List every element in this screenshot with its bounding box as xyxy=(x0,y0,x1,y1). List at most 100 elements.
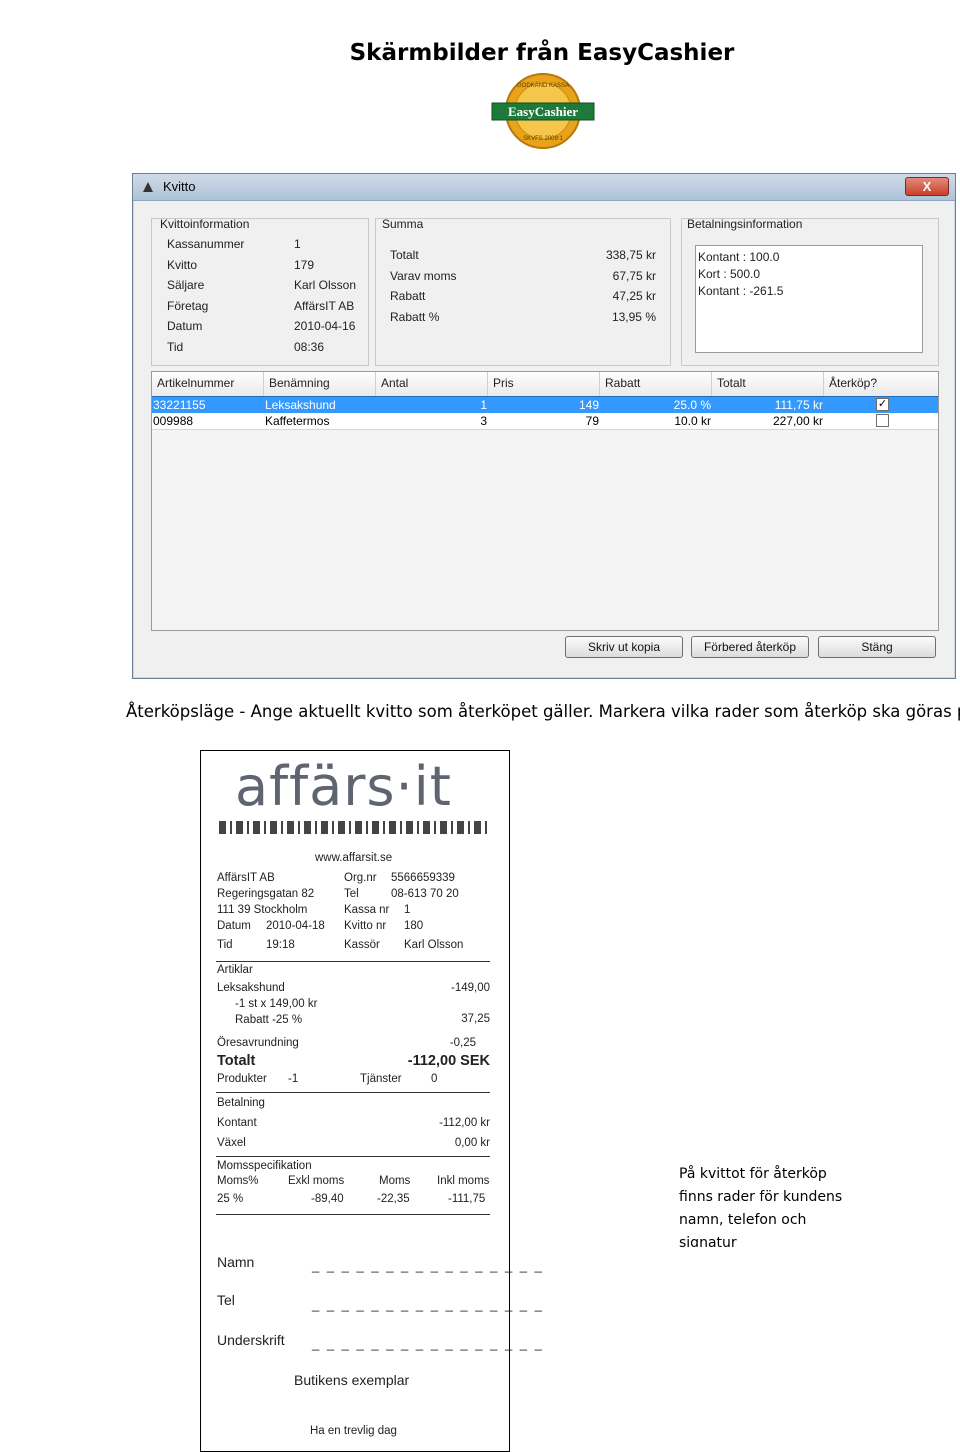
payment-textbox[interactable]: Kontant : 100.0 Kort : 500.0 Kontant : -… xyxy=(695,245,923,353)
col-separator xyxy=(711,372,712,396)
print-copy-button[interactable]: Skriv ut kopia xyxy=(565,636,683,658)
item-amount: -149,00 xyxy=(450,982,490,994)
change-label: Växel xyxy=(217,1137,246,1149)
summary-title: Summa xyxy=(382,217,424,231)
grid-header: Artikelnummer Benämning Antal Pris Rabat… xyxy=(152,372,938,397)
kassa-value: 1 xyxy=(404,904,411,916)
payment-line: Kort : 500.0 xyxy=(698,267,761,281)
col-separator xyxy=(375,372,376,396)
info-label: Säljare xyxy=(167,278,205,292)
divider xyxy=(216,1214,490,1215)
kassa-label: Kassa nr xyxy=(344,904,390,916)
signature-line: _ _ _ _ _ _ _ _ _ _ _ _ _ _ _ _ xyxy=(312,1336,544,1351)
cash-value: -112,00 kr xyxy=(439,1117,490,1129)
svg-text:SKVFS 2009:1: SKVFS 2009:1 xyxy=(523,136,563,142)
col-separator xyxy=(263,372,264,396)
summary-label: Totalt xyxy=(390,248,419,262)
org-label: Org.nr xyxy=(344,872,377,884)
col-header[interactable]: Totalt xyxy=(717,376,746,390)
article-grid[interactable]: Artikelnummer Benämning Antal Pris Rabat… xyxy=(151,371,939,631)
info-value: 179 xyxy=(294,258,315,272)
vat-col: Moms xyxy=(379,1175,411,1187)
rounding-label: Öresavrundning xyxy=(217,1037,299,1049)
services-label: Tjänster xyxy=(360,1073,402,1085)
close-window-button[interactable]: X xyxy=(905,177,949,196)
discount-amount: 37,25 xyxy=(461,1013,490,1025)
company-name: AffärsIT AB xyxy=(217,872,275,884)
window-title: Kvitto xyxy=(163,179,196,194)
repurchase-checkbox[interactable] xyxy=(876,414,889,427)
info-value: AffärsIT AB xyxy=(294,299,355,313)
item-name: Leksakshund xyxy=(217,982,285,994)
divider xyxy=(216,1092,490,1093)
info-value: 08:36 xyxy=(294,340,325,354)
repurchase-checkbox[interactable]: ✓ xyxy=(876,398,889,411)
col-header[interactable]: Rabatt xyxy=(605,376,640,390)
tid-label: Tid xyxy=(217,939,233,951)
cell-total: 111,75 kr xyxy=(774,398,823,412)
col-separator xyxy=(823,372,824,396)
info-label: Tid xyxy=(167,340,184,354)
easycashier-logo: EasyCashier GODKÄND KASSA SKVFS 2009:1 xyxy=(490,72,596,150)
vat-header: Momsspecifikation xyxy=(217,1160,312,1172)
name-label: Namn xyxy=(217,1254,255,1270)
store-copy: Butikens exemplar xyxy=(294,1372,410,1388)
tel-label: Tel xyxy=(344,888,359,900)
divider xyxy=(216,961,490,962)
summary-label: Rabatt % xyxy=(390,310,440,324)
col-header[interactable]: Pris xyxy=(493,376,514,390)
goodbye: Ha en trevlig dag xyxy=(310,1425,397,1437)
info-label: Kvitto xyxy=(167,258,198,272)
cash-label: Kontant xyxy=(217,1117,257,1129)
vat-col: Moms% xyxy=(217,1175,259,1187)
svg-text:GODKÄND KASSA: GODKÄND KASSA xyxy=(517,82,569,89)
vat-col: Exkl moms xyxy=(288,1175,345,1187)
rounding-amount: -0,25 xyxy=(449,1037,476,1049)
info-label: Datum xyxy=(167,319,203,333)
vat-val: -111,75 xyxy=(448,1193,486,1205)
window-titlebar: Kvitto X xyxy=(133,174,955,201)
cell-qty: 3 xyxy=(480,414,487,428)
document-title: Skärmbilder från EasyCashier xyxy=(349,40,735,66)
org-value: 5566659339 xyxy=(391,872,455,884)
cell-qty: 1 xyxy=(480,398,487,412)
datum-label: Datum xyxy=(217,920,251,932)
receipt-info-group: Kvittoinformation Kassanummer 1 Kvitto 1… xyxy=(151,217,369,366)
grid-row[interactable]: 009988 Kaffetermos 3 79 10.0 kr 227,00 k… xyxy=(152,413,938,430)
phone-label: Tel xyxy=(217,1292,235,1308)
cell-price: 149 xyxy=(578,398,599,412)
summary-value: 67,75 kr xyxy=(612,269,656,283)
payment-header: Betalning xyxy=(217,1097,265,1109)
payment-line: Kontant : 100.0 xyxy=(698,250,780,264)
kassor-value: Karl Olsson xyxy=(404,939,464,951)
svg-text:EasyCashier: EasyCashier xyxy=(508,104,578,119)
prepare-repurchase-button[interactable]: Förbered återköp xyxy=(691,636,809,658)
payment-group: Betalningsinformation Kontant : 100.0 Ko… xyxy=(681,217,939,366)
cell-discount: 10.0 kr xyxy=(674,414,711,428)
info-label: Företag xyxy=(167,299,209,313)
signature-label: Underskrift xyxy=(217,1332,285,1348)
receipt: affärs·it www.affarsit.se AffärsIT AB Or… xyxy=(200,750,542,1452)
col-separator xyxy=(487,372,488,396)
discount-label: Rabatt -25 % xyxy=(235,1014,303,1026)
col-header[interactable]: Antal xyxy=(381,376,408,390)
info-value: 1 xyxy=(294,237,301,251)
products-value: -1 xyxy=(288,1073,299,1085)
receipt-info-title: Kvittoinformation xyxy=(160,217,250,231)
cell-discount: 25.0 % xyxy=(673,398,711,412)
col-header[interactable]: Benämning xyxy=(269,376,330,390)
col-header[interactable]: Artikelnummer xyxy=(157,376,234,390)
col-header[interactable]: Återköp? xyxy=(829,376,877,390)
payment-line: Kontant : -261.5 xyxy=(698,284,784,298)
cell-name: Kaffetermos xyxy=(265,414,330,428)
close-button[interactable]: Stäng xyxy=(818,636,936,658)
summary-value: 338,75 kr xyxy=(605,248,656,262)
barcode-strip xyxy=(219,821,489,834)
services-value: 0 xyxy=(431,1073,438,1085)
app-icon xyxy=(143,182,153,192)
cell-total: 227,00 kr xyxy=(772,414,823,428)
summary-value: 13,95 % xyxy=(611,310,656,324)
grid-row-selected[interactable]: 33221155 Leksakshund 1 149 25.0 % 111,75… xyxy=(152,396,938,414)
summary-value: 47,25 kr xyxy=(612,289,656,303)
side-note: På kvittot för återköp finns rader för k… xyxy=(679,1166,843,1247)
